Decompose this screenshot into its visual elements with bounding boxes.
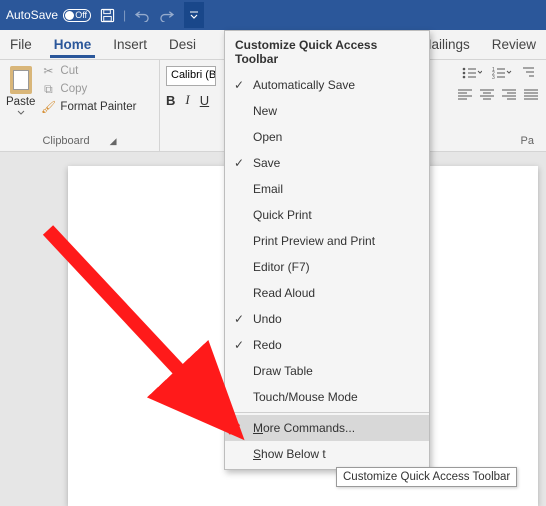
format-painter-button[interactable]: 🖌Format Painter bbox=[41, 100, 136, 114]
paste-icon bbox=[8, 64, 34, 94]
dialog-launcher-icon[interactable]: ◢ bbox=[110, 136, 117, 147]
cut-button[interactable]: ✂Cut bbox=[41, 64, 136, 78]
menu-item-label: Email bbox=[253, 182, 283, 196]
menu-item-new[interactable]: New bbox=[225, 98, 429, 124]
tab-design[interactable]: Desi bbox=[167, 37, 198, 52]
menu-item-editor-f7-[interactable]: Editor (F7) bbox=[225, 254, 429, 280]
menu-item-draw-table[interactable]: Draw Table bbox=[225, 358, 429, 384]
check-icon: ✓ bbox=[225, 312, 253, 326]
check-icon: ✓ bbox=[225, 156, 253, 170]
underline-button[interactable]: U bbox=[200, 93, 209, 108]
bullets-button[interactable] bbox=[462, 66, 482, 80]
menu-item-read-aloud[interactable]: Read Aloud bbox=[225, 280, 429, 306]
menu-item-email[interactable]: Email bbox=[225, 176, 429, 202]
menu-item-label: Read Aloud bbox=[253, 286, 315, 300]
numbering-button[interactable]: 123 bbox=[492, 66, 512, 80]
menu-item-open[interactable]: Open bbox=[225, 124, 429, 150]
menu-title: Customize Quick Access Toolbar bbox=[225, 31, 429, 72]
tab-home[interactable]: Home bbox=[52, 37, 94, 52]
qat-separator: | bbox=[123, 8, 126, 22]
menu-item-label: Redo bbox=[253, 338, 282, 352]
align-center-button[interactable] bbox=[480, 88, 494, 100]
menu-item-print-preview-and-print[interactable]: Print Preview and Print bbox=[225, 228, 429, 254]
align-right-button[interactable] bbox=[502, 88, 516, 100]
toggle-switch[interactable]: Off bbox=[63, 9, 91, 22]
svg-text:3: 3 bbox=[492, 75, 495, 80]
tooltip: Customize Quick Access Toolbar bbox=[336, 467, 517, 487]
menu-item-quick-print[interactable]: Quick Print bbox=[225, 202, 429, 228]
save-icon[interactable] bbox=[99, 7, 115, 23]
tab-file[interactable]: File bbox=[8, 37, 34, 52]
tab-review[interactable]: Review bbox=[490, 37, 538, 52]
tab-insert[interactable]: Insert bbox=[111, 37, 149, 52]
menu-more-commands[interactable]: More Commands... bbox=[225, 415, 429, 441]
menu-item-label: Open bbox=[253, 130, 282, 144]
customize-qat-button[interactable] bbox=[184, 2, 204, 28]
menu-item-label: Editor (F7) bbox=[253, 260, 310, 274]
menu-item-label: Draw Table bbox=[253, 364, 313, 378]
font-name-combo[interactable]: Calibri (B bbox=[166, 66, 216, 86]
paste-label: Paste bbox=[6, 96, 35, 108]
title-bar: AutoSave Off | bbox=[0, 0, 546, 30]
undo-icon[interactable] bbox=[134, 7, 150, 23]
menu-item-label: Undo bbox=[253, 312, 282, 326]
group-clipboard: Paste ✂Cut ⧉Copy 🖌Format Painter Clipboa… bbox=[0, 60, 160, 151]
brush-icon: 🖌 bbox=[41, 100, 55, 114]
clipboard-group-label: Clipboard bbox=[42, 135, 89, 147]
justify-button[interactable] bbox=[524, 88, 538, 100]
menu-item-save[interactable]: ✓Save bbox=[225, 150, 429, 176]
menu-item-touch-mouse-mode[interactable]: Touch/Mouse Mode bbox=[225, 384, 429, 410]
redo-icon[interactable] bbox=[158, 7, 174, 23]
copy-icon: ⧉ bbox=[41, 82, 55, 96]
menu-separator bbox=[225, 412, 429, 413]
menu-item-automatically-save[interactable]: ✓Automatically Save bbox=[225, 72, 429, 98]
menu-show-below[interactable]: Show Below t bbox=[225, 441, 429, 467]
check-icon: ✓ bbox=[225, 78, 253, 92]
multilevel-button[interactable] bbox=[522, 66, 538, 80]
bold-button[interactable]: B bbox=[166, 93, 175, 108]
customize-qat-menu: Customize Quick Access Toolbar ✓Automati… bbox=[224, 30, 430, 470]
align-left-button[interactable] bbox=[458, 88, 472, 100]
menu-item-label: Print Preview and Print bbox=[253, 234, 375, 248]
menu-item-redo[interactable]: ✓Redo bbox=[225, 332, 429, 358]
group-font: Calibri (B B I U bbox=[160, 60, 222, 151]
menu-item-undo[interactable]: ✓Undo bbox=[225, 306, 429, 332]
autosave-label: AutoSave bbox=[6, 8, 58, 22]
check-icon: ✓ bbox=[225, 338, 253, 352]
chevron-down-icon bbox=[17, 110, 25, 115]
menu-item-label: Quick Print bbox=[253, 208, 312, 222]
menu-item-label: Save bbox=[253, 156, 280, 170]
paste-button[interactable]: Paste bbox=[6, 64, 35, 115]
copy-button[interactable]: ⧉Copy bbox=[41, 82, 136, 96]
scissors-icon: ✂ bbox=[41, 64, 55, 78]
italic-button[interactable]: I bbox=[185, 92, 189, 108]
menu-item-label: Automatically Save bbox=[253, 78, 355, 92]
autosave-toggle[interactable]: AutoSave Off bbox=[6, 8, 91, 22]
menu-item-label: Touch/Mouse Mode bbox=[253, 390, 358, 404]
menu-item-label: New bbox=[253, 104, 277, 118]
